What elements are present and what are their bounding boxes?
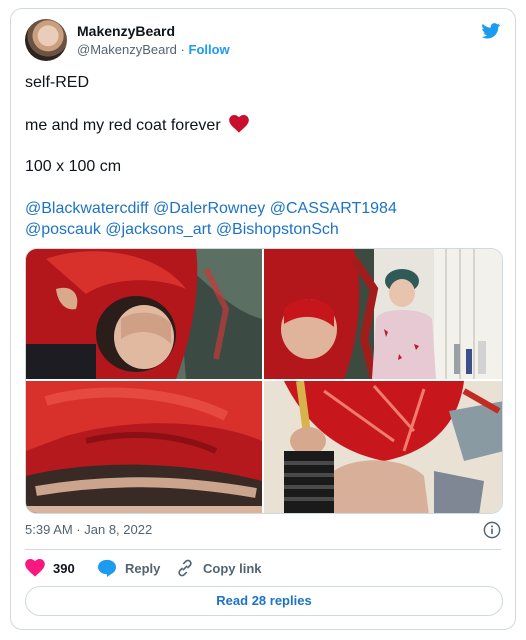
copy-link-label: Copy link [203, 560, 262, 576]
mention-link[interactable]: @jacksons_art [105, 221, 211, 238]
tweet-line-2-text: me and my red coat forever [25, 117, 221, 134]
like-button[interactable]: 390 [25, 556, 75, 580]
user-meta: @MakenzyBeard · Follow [77, 42, 230, 57]
photo-artist-with-painting[interactable] [264, 249, 502, 379]
mentions-row-2: @poscauk @jacksons_art @BishopstonSch [25, 220, 339, 240]
mention-link[interactable]: @DalerRowney [153, 200, 265, 217]
divider [25, 549, 501, 550]
mentions-row-1: @Blackwatercdiff @DalerRowney @CASSART19… [25, 199, 397, 219]
mention-link[interactable]: @BishopstonSch [216, 221, 339, 238]
tweet-line-1: self-RED [25, 74, 90, 91]
meta-separator: · [180, 42, 185, 57]
photo-painting-hood-closeup[interactable] [26, 249, 262, 379]
read-replies-button[interactable]: Read 28 replies [25, 586, 503, 616]
info-icon[interactable] [483, 521, 501, 539]
mention-link[interactable]: @CASSART1984 [270, 200, 397, 217]
photo-painting-hood-detail[interactable] [26, 381, 262, 513]
twitter-bird-icon[interactable] [481, 23, 501, 39]
follow-button[interactable]: Follow [189, 42, 230, 57]
heart-icon [25, 559, 45, 577]
tweet-line-2: me and my red coat forever [25, 115, 249, 136]
reply-button[interactable]: Reply [97, 556, 160, 580]
timestamp[interactable]: 5:39 AM · Jan 8, 2022 [25, 522, 152, 537]
mention-link[interactable]: @Blackwatercdiff [25, 200, 149, 217]
media-grid [25, 248, 503, 514]
display-name[interactable]: MakenzyBeard [77, 23, 175, 39]
reply-bubble-icon [98, 559, 116, 577]
photo-painting-in-progress[interactable] [264, 381, 502, 513]
red-heart-emoji-icon [229, 115, 249, 133]
user-handle[interactable]: @MakenzyBeard [77, 42, 177, 57]
tweet-line-3: 100 x 100 cm [25, 158, 122, 175]
tweet-card: MakenzyBeard @MakenzyBeard · Follow self… [10, 8, 516, 630]
avatar[interactable] [25, 19, 67, 61]
link-icon [178, 559, 192, 577]
copy-link-button[interactable]: Copy link [175, 556, 262, 580]
reply-label: Reply [125, 560, 161, 576]
mention-link[interactable]: @poscauk [25, 221, 101, 238]
like-count: 390 [53, 560, 75, 576]
